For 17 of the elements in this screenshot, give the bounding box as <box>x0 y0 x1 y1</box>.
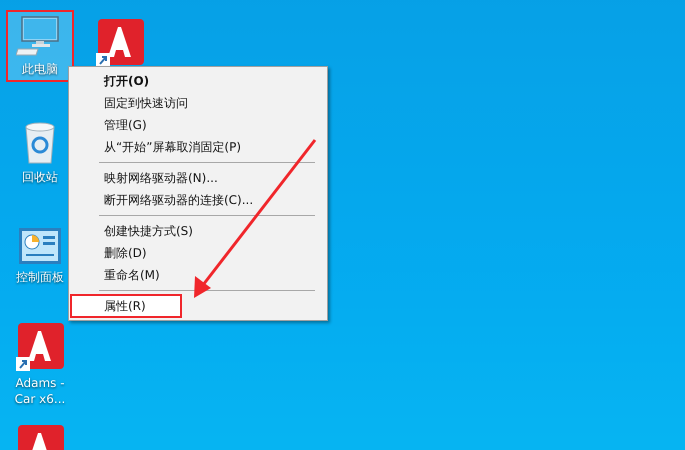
menu-item[interactable]: 属性(R) <box>71 295 181 317</box>
control-panel-icon <box>18 227 62 265</box>
app-shortcut-icon <box>96 19 144 67</box>
menu-item[interactable]: 管理(G) <box>71 114 325 136</box>
menu-item[interactable]: 创建快捷方式(S) <box>71 220 325 242</box>
icon-label: 控制面板 <box>16 269 64 285</box>
menu-item[interactable]: 重命名(M) <box>71 264 325 286</box>
menu-item[interactable]: 从“开始”屏幕取消固定(P) <box>71 136 325 158</box>
menu-item[interactable]: 打开(O) <box>71 70 325 92</box>
menu-item[interactable]: 映射网络驱动器(N)... <box>71 167 325 189</box>
menu-item[interactable]: 固定到快速访问 <box>71 92 325 114</box>
icon-label: 回收站 <box>22 169 58 185</box>
icon-label: Adams - Car x6... <box>14 375 66 407</box>
menu-item[interactable]: 删除(D) <box>71 242 325 264</box>
app-shortcut-icon <box>16 323 64 371</box>
menu-item[interactable]: 断开网络驱动器的连接(C)... <box>71 189 325 211</box>
icon-label: 此电脑 <box>22 61 58 77</box>
